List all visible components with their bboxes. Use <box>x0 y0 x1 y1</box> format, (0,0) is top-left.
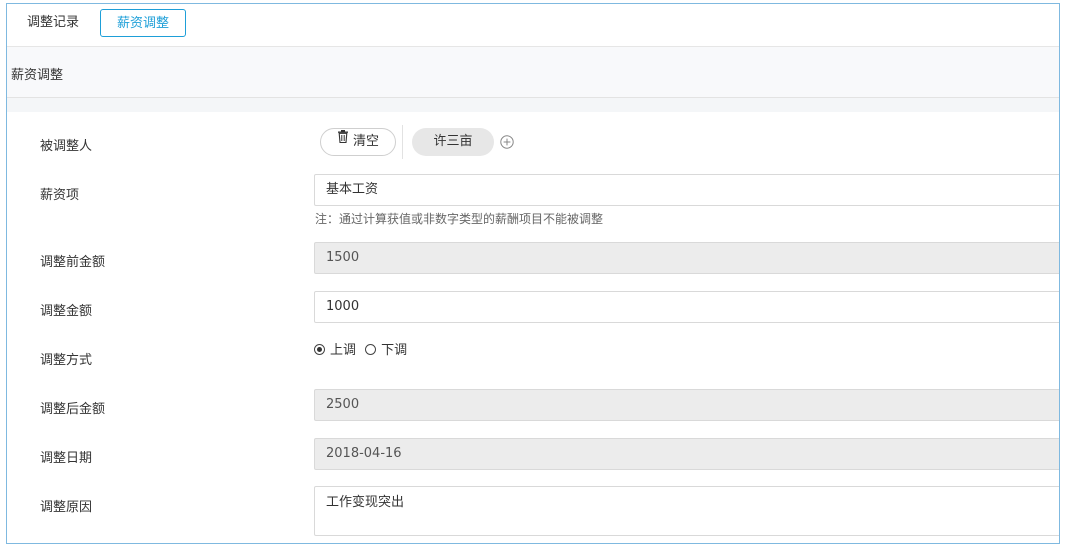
selector-divider <box>402 125 403 159</box>
adjust-method-radio-group: 上调 下调 <box>314 341 407 361</box>
adjust-date-label: 调整日期 <box>40 451 93 466</box>
radio-decrease[interactable]: 下调 <box>365 341 407 361</box>
adjust-amount-field[interactable]: 1000 <box>314 291 1059 323</box>
salary-item-note: 注：通过计算获值或非数字类型的薪酬项目不能被调整 <box>315 212 604 226</box>
trash-icon <box>337 127 349 153</box>
clear-button-label: 清空 <box>352 134 379 149</box>
clear-button[interactable]: 清空 <box>320 128 396 156</box>
adjust-reason-textarea[interactable]: 工作变现突出 <box>314 486 1059 536</box>
tab-bar: 调整记录 薪资调整 <box>7 4 1059 47</box>
salary-item-label: 薪资项 <box>40 188 80 203</box>
amount-before-label: 调整前金额 <box>40 255 106 270</box>
amount-after-field: 2500 <box>314 389 1059 421</box>
adjust-date-field: 2018-04-16 <box>314 438 1059 470</box>
radio-increase-label: 上调 <box>330 343 357 358</box>
section-header: 薪资调整 <box>7 47 1059 98</box>
adjust-amount-label: 调整金额 <box>40 304 93 319</box>
salary-item-field[interactable]: 基本工资 <box>314 174 1059 206</box>
amount-after-label: 调整后金额 <box>40 402 106 417</box>
radio-increase[interactable]: 上调 <box>314 341 356 361</box>
add-person-icon[interactable] <box>500 135 514 149</box>
selected-person-chip[interactable]: 许三亩 <box>412 128 494 156</box>
tab-salary-adjust[interactable]: 薪资调整 <box>100 9 186 37</box>
salary-adjust-panel: 调整记录 薪资调整 薪资调整 被调整人 清空 许三亩 薪资项 基本工资 注：通过… <box>6 3 1060 544</box>
section-title: 薪资调整 <box>11 68 64 83</box>
radio-decrease-label: 下调 <box>381 343 408 358</box>
tab-adjust-records[interactable]: 调整记录 <box>15 9 91 37</box>
adjust-method-label: 调整方式 <box>40 353 93 368</box>
radio-increase-indicator[interactable] <box>314 343 325 355</box>
radio-decrease-indicator[interactable] <box>365 343 377 355</box>
adjustee-label: 被调整人 <box>40 139 93 154</box>
section-divider <box>7 98 1059 112</box>
amount-before-field: 1500 <box>314 242 1059 274</box>
adjust-reason-label: 调整原因 <box>40 500 93 515</box>
